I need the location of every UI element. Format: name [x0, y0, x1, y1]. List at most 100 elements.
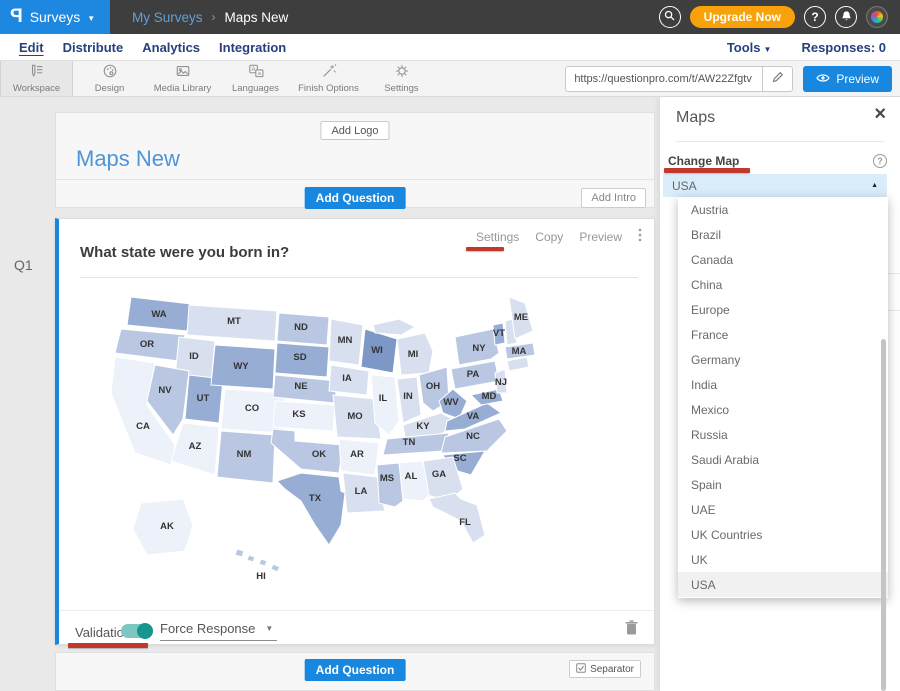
design-palette-icon: [102, 63, 118, 82]
search-button[interactable]: [659, 6, 681, 28]
trash-icon: [625, 622, 638, 639]
map-state-HI[interactable]: [235, 549, 280, 572]
tab-edit[interactable]: Edit: [19, 40, 44, 55]
force-response-dropdown[interactable]: Force Response▼: [160, 621, 277, 641]
map-select[interactable]: USA ▲: [663, 174, 887, 197]
map-option-germany[interactable]: Germany: [678, 347, 888, 372]
help-icon[interactable]: ?: [873, 154, 887, 168]
dropdown-scrollbar[interactable]: [881, 339, 886, 691]
panel-title: Maps: [676, 109, 715, 127]
add-logo-button[interactable]: Add Logo: [320, 121, 389, 140]
profile-avatar[interactable]: [866, 6, 888, 28]
delete-question-button[interactable]: [625, 620, 638, 640]
add-question-button-top[interactable]: Add Question: [305, 187, 406, 209]
divider: [59, 610, 654, 611]
maps-settings-panel: Maps × Change Map ? USA ▲ AustriaBrazilC…: [660, 97, 900, 691]
map-option-canada[interactable]: Canada: [678, 247, 888, 272]
validation-toggle[interactable]: [121, 624, 153, 638]
map-state-label-OH: OH: [426, 381, 440, 392]
map-state-label-WY: WY: [233, 361, 249, 372]
map-option-mexico[interactable]: Mexico: [678, 397, 888, 422]
tab-distribute[interactable]: Distribute: [63, 40, 124, 55]
question-card: Settings Copy Preview What state were yo…: [55, 218, 655, 645]
survey-canvas: Q1 Add Logo Maps New Add Question Add In…: [0, 97, 900, 691]
question-preview-link[interactable]: Preview: [579, 230, 622, 244]
map-state-label-AK: AK: [160, 521, 174, 532]
map-option-austria[interactable]: Austria: [678, 197, 888, 222]
map-option-uae[interactable]: UAE: [678, 497, 888, 522]
add-question-button-bottom[interactable]: Add Question: [305, 659, 406, 681]
map-option-saudi-arabia[interactable]: Saudi Arabia: [678, 447, 888, 472]
question-text-underline: [80, 277, 638, 278]
toolbar-item-settings[interactable]: Settings: [365, 61, 438, 96]
map-option-uk[interactable]: UK: [678, 547, 888, 572]
preview-button[interactable]: Preview: [803, 66, 892, 92]
upgrade-now-button[interactable]: Upgrade Now: [690, 6, 795, 28]
close-icon[interactable]: ×: [874, 103, 886, 126]
map-state-label-MA: MA: [512, 346, 527, 357]
add-intro-button[interactable]: Add Intro: [581, 188, 646, 208]
map-state-label-TX: TX: [309, 493, 322, 504]
tools-dropdown[interactable]: Tools▼: [727, 40, 772, 55]
map-option-china[interactable]: China: [678, 272, 888, 297]
toolbar-item-workspace[interactable]: Workspace: [0, 61, 73, 96]
add-question-row: Add Question Separator: [55, 652, 655, 691]
tab-analytics[interactable]: Analytics: [142, 40, 200, 55]
map-state-TN[interactable]: [383, 433, 449, 455]
survey-url-input[interactable]: [565, 66, 763, 92]
bell-icon: [841, 10, 852, 25]
map-state-label-MN: MN: [338, 335, 353, 346]
toolbar-item-design[interactable]: Design: [73, 61, 146, 96]
map-state-label-OR: OR: [140, 339, 154, 350]
question-number: Q1: [14, 257, 33, 273]
map-state-FL[interactable]: [429, 493, 485, 543]
map-state-label-CO: CO: [245, 403, 259, 414]
map-state-label-OK: OK: [312, 449, 326, 460]
map-state-label-LA: LA: [355, 486, 368, 497]
map-state-OK[interactable]: [271, 429, 343, 473]
map-state-TX[interactable]: [277, 473, 345, 545]
map-state-label-IN: IN: [403, 391, 413, 402]
map-state-label-WI: WI: [371, 345, 383, 356]
separator-toggle[interactable]: Separator: [569, 660, 641, 678]
map-state-label-NJ: NJ: [495, 377, 507, 388]
map-options-dropdown: AustriaBrazilCanadaChinaEuropeFranceGerm…: [678, 197, 888, 598]
map-state-label-PA: PA: [467, 369, 480, 380]
map-option-brazil[interactable]: Brazil: [678, 222, 888, 247]
toolbar-item-media-library[interactable]: Media Library: [146, 61, 219, 96]
divider: [56, 179, 654, 180]
notifications-button[interactable]: [835, 6, 857, 28]
map-state-label-ND: ND: [294, 322, 308, 333]
map-state-label-NM: NM: [237, 449, 252, 460]
map-state-label-NV: NV: [158, 385, 172, 396]
edit-url-button[interactable]: [763, 66, 793, 92]
map-select-value: USA: [663, 179, 697, 193]
map-state-label-IL: IL: [379, 393, 388, 404]
question-text[interactable]: What state were you born in?: [80, 244, 289, 261]
map-option-europe[interactable]: Europe: [678, 297, 888, 322]
question-copy-link[interactable]: Copy: [535, 230, 563, 244]
map-state-MS[interactable]: [377, 463, 403, 507]
product-switcher[interactable]: P Surveys ▼: [0, 0, 110, 34]
question-more-menu[interactable]: [638, 228, 642, 245]
help-button[interactable]: ?: [804, 6, 826, 28]
map-option-france[interactable]: France: [678, 322, 888, 347]
map-option-usa[interactable]: USA: [678, 572, 888, 597]
responses-count: Responses: 0: [801, 40, 886, 55]
map-option-russia[interactable]: Russia: [678, 422, 888, 447]
breadcrumb-my-surveys[interactable]: My Surveys: [132, 10, 203, 25]
map-state-label-AZ: AZ: [189, 441, 202, 452]
tab-integration[interactable]: Integration: [219, 40, 286, 55]
map-option-uk-countries[interactable]: UK Countries: [678, 522, 888, 547]
map-state-CT[interactable]: [507, 357, 529, 371]
toolbar-item-languages[interactable]: AaLanguages: [219, 61, 292, 96]
map-state-label-ID: ID: [189, 351, 199, 362]
map-option-spain[interactable]: Spain: [678, 472, 888, 497]
map-state-label-MD: MD: [482, 391, 497, 402]
question-settings-link[interactable]: Settings: [476, 230, 519, 244]
map-state-label-SC: SC: [453, 453, 466, 464]
map-option-india[interactable]: India: [678, 372, 888, 397]
finish-options-wand-icon: [321, 63, 337, 82]
toolbar-item-finish-options[interactable]: Finish Options: [292, 61, 365, 96]
survey-title[interactable]: Maps New: [76, 146, 180, 172]
